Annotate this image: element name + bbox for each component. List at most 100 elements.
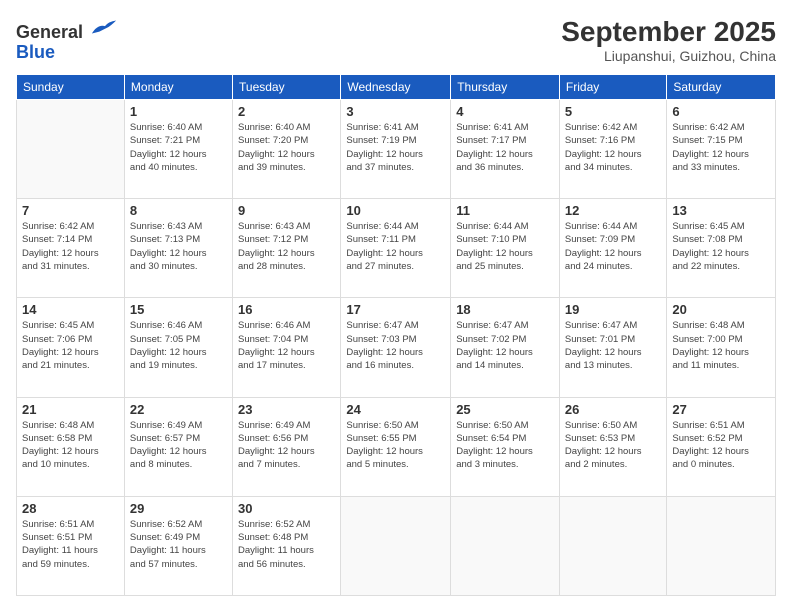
table-row [559,496,666,595]
day-info: Sunrise: 6:46 AM Sunset: 7:04 PM Dayligh… [238,319,335,372]
table-row: 20 Sunrise: 6:48 AM Sunset: 7:00 PM Dayli… [667,298,776,397]
table-row: 16 Sunrise: 6:46 AM Sunset: 7:04 PM Dayli… [233,298,341,397]
day-info: Sunrise: 6:40 AM Sunset: 7:20 PM Dayligh… [238,121,335,174]
day-number: 30 [238,501,335,516]
day-info: Sunrise: 6:46 AM Sunset: 7:05 PM Dayligh… [130,319,227,372]
day-number: 11 [456,203,554,218]
header: General Blue September 2025 Liupanshui, … [16,16,776,64]
day-number: 9 [238,203,335,218]
day-info: Sunrise: 6:42 AM Sunset: 7:16 PM Dayligh… [565,121,661,174]
calendar-header-row: Sunday Monday Tuesday Wednesday Thursday… [17,75,776,100]
day-info: Sunrise: 6:44 AM Sunset: 7:09 PM Dayligh… [565,220,661,273]
table-row: 4Sunrise: 6:41 AM Sunset: 7:17 PM Daylig… [451,100,560,199]
day-number: 18 [456,302,554,317]
logo: General Blue [16,16,118,63]
day-number: 2 [238,104,335,119]
calendar-week-row: 1 Sunrise: 6:40 AM Sunset: 7:21 PM Daylig… [17,100,776,199]
day-number: 5 [565,104,661,119]
table-row: 15 Sunrise: 6:46 AM Sunset: 7:05 PM Dayli… [124,298,232,397]
table-row: 11 Sunrise: 6:44 AM Sunset: 7:10 PM Dayli… [451,199,560,298]
col-saturday: Saturday [667,75,776,100]
col-sunday: Sunday [17,75,125,100]
day-number: 1 [130,104,227,119]
table-row: 9 Sunrise: 6:43 AM Sunset: 7:12 PM Daylig… [233,199,341,298]
table-row: 2 Sunrise: 6:40 AM Sunset: 7:20 PM Daylig… [233,100,341,199]
day-number: 6 [672,104,770,119]
day-info: Sunrise: 6:45 AM Sunset: 7:08 PM Dayligh… [672,220,770,273]
day-info: Sunrise: 6:51 AM Sunset: 6:52 PM Dayligh… [672,419,770,472]
day-info: Sunrise: 6:48 AM Sunset: 7:00 PM Dayligh… [672,319,770,372]
day-number: 10 [346,203,445,218]
day-info: Sunrise: 6:45 AM Sunset: 7:06 PM Dayligh… [22,319,119,372]
day-info: Sunrise: 6:51 AM Sunset: 6:51 PM Dayligh… [22,518,119,571]
table-row: 7 Sunrise: 6:42 AM Sunset: 7:14 PM Daylig… [17,199,125,298]
table-row: 8 Sunrise: 6:43 AM Sunset: 7:13 PM Daylig… [124,199,232,298]
table-row: 30 Sunrise: 6:52 AM Sunset: 6:48 PM Dayli… [233,496,341,595]
day-info: Sunrise: 6:52 AM Sunset: 6:49 PM Dayligh… [130,518,227,571]
table-row: 22 Sunrise: 6:49 AM Sunset: 6:57 PM Dayli… [124,397,232,496]
table-row: 27 Sunrise: 6:51 AM Sunset: 6:52 PM Dayli… [667,397,776,496]
col-tuesday: Tuesday [233,75,341,100]
day-number: 17 [346,302,445,317]
table-row: 18 Sunrise: 6:47 AM Sunset: 7:02 PM Dayli… [451,298,560,397]
page: General Blue September 2025 Liupanshui, … [0,0,792,612]
table-row: 5 Sunrise: 6:42 AM Sunset: 7:16 PM Daylig… [559,100,666,199]
calendar-week-row: 7 Sunrise: 6:42 AM Sunset: 7:14 PM Daylig… [17,199,776,298]
day-info: Sunrise: 6:49 AM Sunset: 6:57 PM Dayligh… [130,419,227,472]
day-number: 3 [346,104,445,119]
table-row: 21Sunrise: 6:48 AM Sunset: 6:58 PM Dayli… [17,397,125,496]
table-row: 1 Sunrise: 6:40 AM Sunset: 7:21 PM Daylig… [124,100,232,199]
day-number: 29 [130,501,227,516]
calendar-week-row: 21Sunrise: 6:48 AM Sunset: 6:58 PM Dayli… [17,397,776,496]
table-row [667,496,776,595]
day-info: Sunrise: 6:50 AM Sunset: 6:53 PM Dayligh… [565,419,661,472]
day-info: Sunrise: 6:47 AM Sunset: 7:02 PM Dayligh… [456,319,554,372]
day-info: Sunrise: 6:40 AM Sunset: 7:21 PM Dayligh… [130,121,227,174]
table-row: 28 Sunrise: 6:51 AM Sunset: 6:51 PM Dayli… [17,496,125,595]
table-row [341,496,451,595]
table-row: 10 Sunrise: 6:44 AM Sunset: 7:11 PM Dayli… [341,199,451,298]
day-info: Sunrise: 6:44 AM Sunset: 7:10 PM Dayligh… [456,220,554,273]
logo-text: General Blue [16,16,118,63]
table-row: 26Sunrise: 6:50 AM Sunset: 6:53 PM Dayli… [559,397,666,496]
day-number: 25 [456,402,554,417]
table-row: 3Sunrise: 6:41 AM Sunset: 7:19 PM Daylig… [341,100,451,199]
day-number: 15 [130,302,227,317]
day-number: 14 [22,302,119,317]
day-info: Sunrise: 6:43 AM Sunset: 7:13 PM Dayligh… [130,220,227,273]
table-row: 17 Sunrise: 6:47 AM Sunset: 7:03 PM Dayli… [341,298,451,397]
day-number: 19 [565,302,661,317]
calendar-week-row: 28 Sunrise: 6:51 AM Sunset: 6:51 PM Dayli… [17,496,776,595]
logo-bird-icon [90,16,118,38]
calendar-table: Sunday Monday Tuesday Wednesday Thursday… [16,74,776,596]
day-number: 22 [130,402,227,417]
page-title: September 2025 [561,16,776,48]
table-row [451,496,560,595]
col-thursday: Thursday [451,75,560,100]
day-info: Sunrise: 6:43 AM Sunset: 7:12 PM Dayligh… [238,220,335,273]
table-row: 13Sunrise: 6:45 AM Sunset: 7:08 PM Dayli… [667,199,776,298]
day-info: Sunrise: 6:44 AM Sunset: 7:11 PM Dayligh… [346,220,445,273]
day-number: 4 [456,104,554,119]
table-row: 29 Sunrise: 6:52 AM Sunset: 6:49 PM Dayli… [124,496,232,595]
day-number: 12 [565,203,661,218]
day-info: Sunrise: 6:50 AM Sunset: 6:54 PM Dayligh… [456,419,554,472]
day-number: 8 [130,203,227,218]
day-info: Sunrise: 6:47 AM Sunset: 7:01 PM Dayligh… [565,319,661,372]
col-friday: Friday [559,75,666,100]
day-info: Sunrise: 6:47 AM Sunset: 7:03 PM Dayligh… [346,319,445,372]
day-number: 28 [22,501,119,516]
day-number: 23 [238,402,335,417]
day-number: 27 [672,402,770,417]
table-row: 19 Sunrise: 6:47 AM Sunset: 7:01 PM Dayli… [559,298,666,397]
day-number: 20 [672,302,770,317]
day-info: Sunrise: 6:42 AM Sunset: 7:14 PM Dayligh… [22,220,119,273]
col-wednesday: Wednesday [341,75,451,100]
day-number: 16 [238,302,335,317]
day-info: Sunrise: 6:52 AM Sunset: 6:48 PM Dayligh… [238,518,335,571]
title-block: September 2025 Liupanshui, Guizhou, Chin… [561,16,776,64]
col-monday: Monday [124,75,232,100]
day-info: Sunrise: 6:50 AM Sunset: 6:55 PM Dayligh… [346,419,445,472]
day-number: 7 [22,203,119,218]
day-info: Sunrise: 6:48 AM Sunset: 6:58 PM Dayligh… [22,419,119,472]
